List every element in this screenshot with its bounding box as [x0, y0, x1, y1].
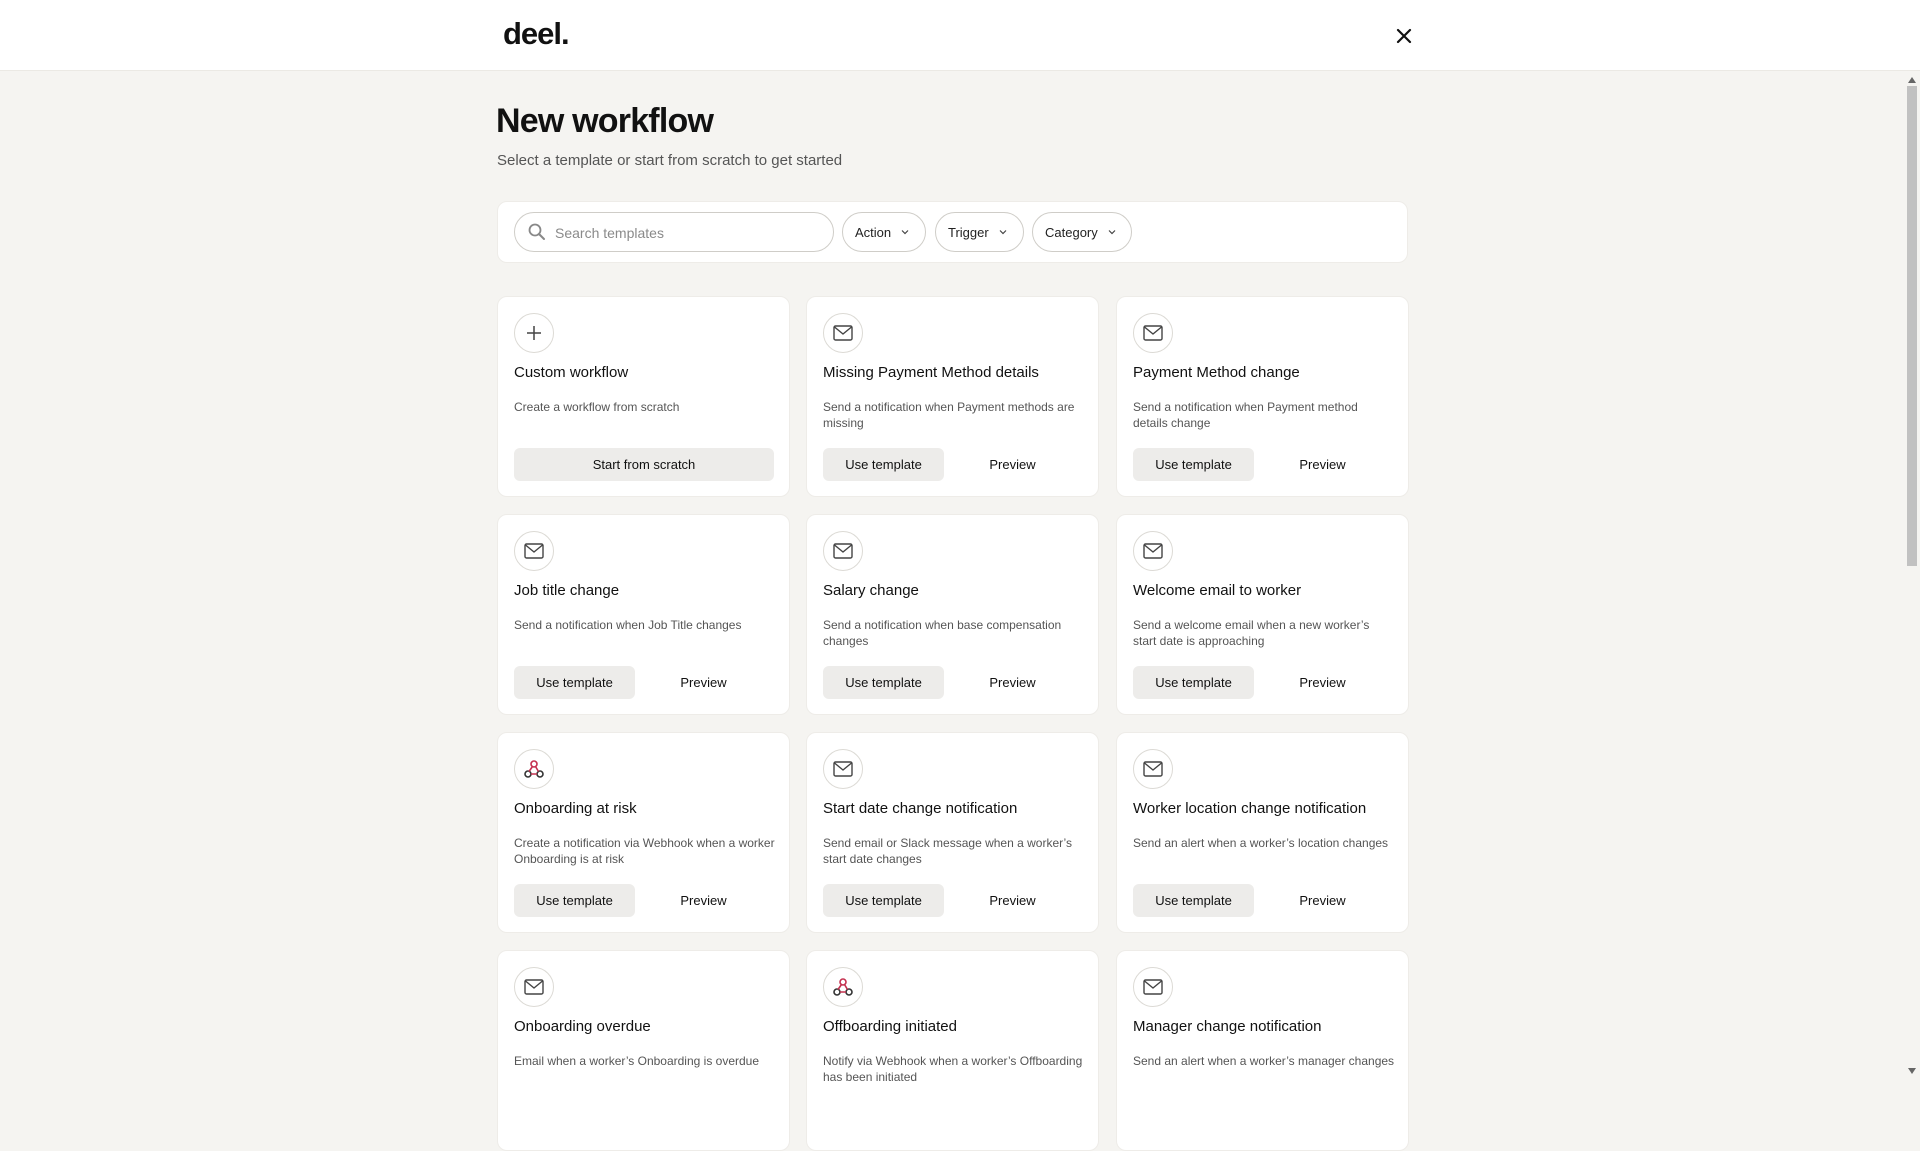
- card-description: Send a welcome email when a new worker’s…: [1133, 618, 1370, 648]
- card-title: Job title change: [514, 582, 620, 599]
- scroll-up-arrow-icon[interactable]: [1908, 77, 1916, 83]
- mail-icon: [1133, 749, 1173, 789]
- card-description: Send a notification when Payment method …: [1133, 400, 1358, 430]
- mail-icon: [823, 313, 863, 353]
- card-title: Missing Payment Method details: [823, 364, 1039, 381]
- mail-icon: [1133, 531, 1173, 571]
- use-template-button[interactable]: Use template: [823, 666, 944, 699]
- mail-icon: [514, 967, 554, 1007]
- template-card-start-date-change[interactable]: Start date change notification Send emai…: [806, 732, 1099, 933]
- use-template-button[interactable]: Use template: [514, 884, 635, 917]
- plus-icon: [514, 313, 554, 353]
- template-card-welcome-email[interactable]: Welcome email to worker Send a welcome e…: [1116, 514, 1409, 715]
- template-card-salary-change[interactable]: Salary change Send a notification when b…: [806, 514, 1099, 715]
- template-card-onboarding-overdue[interactable]: Onboarding overdue Email when a worker’s…: [497, 950, 790, 1151]
- use-template-button[interactable]: Use template: [1133, 448, 1254, 481]
- card-description: Send an alert when a worker’s manager ch…: [1133, 1054, 1395, 1068]
- close-button[interactable]: [1392, 24, 1416, 48]
- preview-button[interactable]: Preview: [952, 666, 1073, 699]
- template-card-offboarding-initiated[interactable]: Offboarding initiated Notify via Webhook…: [806, 950, 1099, 1151]
- chevron-down-icon: [999, 230, 1007, 235]
- template-card-worker-location-change[interactable]: Worker location change notification Send…: [1116, 732, 1409, 933]
- preview-button[interactable]: Preview: [952, 884, 1073, 917]
- template-card-job-title-change[interactable]: Job title change Send a notification whe…: [497, 514, 790, 715]
- filter-bar: Action Trigger Category: [497, 201, 1408, 263]
- card-description: Send a notification when base compensati…: [823, 618, 1062, 648]
- close-icon: [1396, 28, 1412, 44]
- mail-icon: [823, 531, 863, 571]
- mail-icon: [823, 749, 863, 789]
- scroll-down-arrow-icon[interactable]: [1908, 1068, 1916, 1074]
- use-template-button[interactable]: Use template: [514, 666, 635, 699]
- deel-logo[interactable]: deel.: [503, 16, 570, 52]
- preview-button[interactable]: Preview: [1262, 884, 1383, 917]
- page-title: New workflow: [496, 102, 714, 140]
- chevron-down-icon: [901, 230, 909, 235]
- preview-button[interactable]: Preview: [1262, 448, 1383, 481]
- card-title: Worker location change notification: [1133, 800, 1367, 817]
- webhook-icon: [514, 749, 554, 789]
- preview-button[interactable]: Preview: [643, 884, 764, 917]
- card-description: Create a notification via Webhook when a…: [514, 836, 775, 866]
- card-description: Email when a worker’s Onboarding is over…: [514, 1054, 760, 1068]
- mail-icon: [1133, 967, 1173, 1007]
- card-title: Start date change notification: [823, 800, 1018, 817]
- top-bar: deel.: [0, 0, 1920, 71]
- category-filter-label: Category: [1045, 224, 1098, 240]
- action-filter-label: Action: [855, 224, 892, 240]
- webhook-icon: [823, 967, 863, 1007]
- search-icon: [528, 223, 545, 240]
- card-title: Onboarding overdue: [514, 1018, 651, 1035]
- preview-button[interactable]: Preview: [952, 448, 1073, 481]
- preview-button[interactable]: Preview: [1262, 666, 1383, 699]
- card-title: Onboarding at risk: [514, 800, 637, 817]
- template-card-missing-payment-method[interactable]: Missing Payment Method details Send a no…: [806, 296, 1099, 497]
- use-template-button[interactable]: Use template: [1133, 666, 1254, 699]
- template-card-onboarding-at-risk[interactable]: Onboarding at risk Create a notification…: [497, 732, 790, 933]
- card-description: Send a notification when Payment methods…: [823, 400, 1075, 430]
- use-template-button[interactable]: Use template: [823, 884, 944, 917]
- card-description: Send a notification when Job Title chang…: [514, 618, 742, 632]
- trigger-filter-label: Trigger: [948, 224, 989, 240]
- scroll-thumb[interactable]: [1907, 86, 1917, 566]
- card-description: Send an alert when a worker’s location c…: [1133, 836, 1389, 850]
- mail-icon: [1133, 313, 1173, 353]
- chevron-down-icon: [1108, 230, 1116, 235]
- template-card-manager-change[interactable]: Manager change notification Send an aler…: [1116, 950, 1409, 1151]
- mail-icon: [514, 531, 554, 571]
- trigger-filter-dropdown[interactable]: Trigger: [935, 212, 1024, 252]
- card-title: Custom workflow: [514, 364, 629, 381]
- card-title: Manager change notification: [1133, 1018, 1322, 1035]
- search-box[interactable]: [514, 212, 834, 252]
- card-title: Offboarding initiated: [823, 1018, 957, 1035]
- action-filter-dropdown[interactable]: Action: [842, 212, 926, 252]
- card-description: Create a workflow from scratch: [514, 400, 680, 414]
- use-template-button[interactable]: Use template: [823, 448, 944, 481]
- card-description: Notify via Webhook when a worker’s Offbo…: [823, 1054, 1083, 1084]
- use-template-button[interactable]: Use template: [1133, 884, 1254, 917]
- start-from-scratch-button[interactable]: Start from scratch: [514, 448, 774, 481]
- card-title: Salary change: [823, 582, 919, 599]
- card-title: Welcome email to worker: [1133, 582, 1302, 599]
- category-filter-dropdown[interactable]: Category: [1032, 212, 1132, 252]
- template-card-custom-workflow[interactable]: Custom workflow Create a workflow from s…: [497, 296, 790, 497]
- search-input[interactable]: [555, 222, 815, 244]
- page-subtitle: Select a template or start from scratch …: [497, 152, 843, 169]
- card-title: Payment Method change: [1133, 364, 1300, 381]
- template-card-payment-method-change[interactable]: Payment Method change Send a notificatio…: [1116, 296, 1409, 497]
- card-description: Send email or Slack message when a worke…: [823, 836, 1073, 866]
- preview-button[interactable]: Preview: [643, 666, 764, 699]
- scrollbar[interactable]: [1904, 71, 1920, 1080]
